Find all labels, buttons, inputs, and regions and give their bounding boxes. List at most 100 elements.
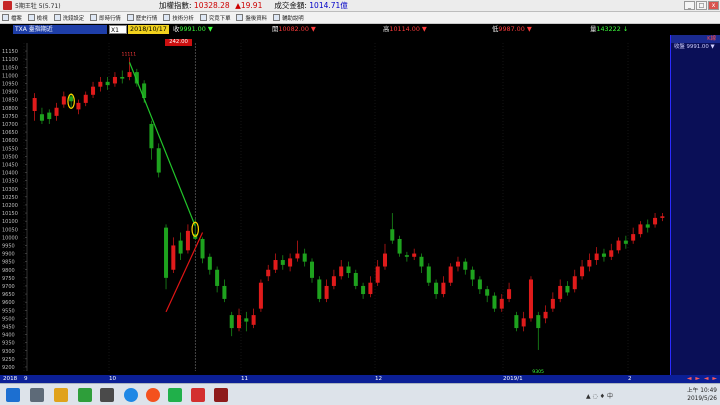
candle-body (339, 266, 344, 277)
y-tick-label: 11150 (2, 49, 18, 55)
maximize-button[interactable]: □ (696, 1, 707, 10)
chart-icon (163, 14, 171, 21)
menu-toolbar: 檔案 檢視 洗錢設定 即時行情 歷史行情 技術分析 究竟下單 盤後資料 輔助說明 (0, 12, 720, 24)
candle-body (222, 285, 227, 299)
y-tick-label: 10250 (2, 195, 18, 201)
candle-body (69, 96, 74, 102)
cursor-date: 2018/10/17 (128, 25, 169, 34)
file-icon (2, 14, 9, 21)
help-icon (273, 14, 281, 21)
taskbar: ▲ ◌ ♦ 中 上午 10:49 2019/5/26 (0, 383, 720, 405)
realtime-icon (90, 14, 98, 21)
menu-view[interactable]: 檢視 (27, 14, 48, 22)
symbol-select[interactable]: TXA 臺指期近 (13, 25, 107, 34)
candle-body (521, 318, 526, 327)
candle-body (120, 76, 125, 79)
candle-body (441, 282, 446, 295)
menu-history[interactable]: 歷史行情 (126, 14, 157, 22)
app-green-icon[interactable] (78, 388, 92, 402)
candle-body (309, 261, 315, 278)
settings-icon (53, 14, 61, 21)
y-tick-label: 9850 (2, 260, 15, 266)
menu-settings[interactable]: 洗錢設定 (53, 14, 85, 22)
low-field: 低9987.00 ▼ (492, 25, 532, 34)
candle-body (98, 81, 103, 87)
candle-body (558, 285, 563, 299)
candle-body (76, 102, 81, 110)
y-tick-label: 11050 (2, 65, 18, 71)
app-dark-icon[interactable] (100, 388, 114, 402)
y-tick-label: 10650 (2, 130, 18, 136)
candle-body (39, 114, 44, 121)
menu-realtime[interactable]: 即時行情 (90, 14, 121, 22)
high-field: 高10114.00 ▼ (383, 25, 427, 34)
candle-body (565, 285, 570, 293)
line-icon[interactable] (168, 388, 182, 402)
chrome-icon[interactable] (146, 388, 160, 402)
menu-view-label: 檢視 (36, 15, 48, 22)
y-tick-label: 10950 (2, 81, 18, 87)
folder-icon[interactable] (54, 388, 68, 402)
window-controls: _ □ x (684, 1, 719, 10)
y-tick-label: 9800 (2, 268, 15, 274)
period-select[interactable]: X1 (109, 25, 127, 34)
y-tick-label: 9350 (2, 341, 15, 347)
candle-body (638, 224, 643, 235)
y-tick-label: 10300 (2, 187, 18, 193)
menu-file[interactable]: 檔案 (2, 14, 22, 22)
menu-help[interactable]: 輔助說明 (273, 14, 304, 22)
candle-body (149, 123, 154, 149)
index-value: 10328.28 (193, 1, 230, 10)
y-tick-label: 9650 (2, 292, 15, 298)
app-red-icon[interactable] (214, 388, 228, 402)
candle-body (185, 230, 190, 251)
menu-realtime-label: 即時行情 (99, 15, 121, 22)
close-button[interactable]: x (708, 1, 719, 10)
turnover-label: 成交金額: (274, 1, 307, 10)
candlestick-chart[interactable]: 11150 11100 11050 11000 10950 10900 10850 10800… (0, 35, 720, 375)
open-value: 10082.00 ▼ (278, 25, 316, 33)
volume-value: 143222 ↓ (596, 25, 629, 33)
menu-technical[interactable]: 技術分析 (163, 14, 194, 22)
candle-body (361, 285, 366, 295)
x-label-feb: 2 (628, 376, 632, 382)
system-tray[interactable]: ▲ ◌ ♦ 中 (586, 391, 613, 400)
candle-body (434, 282, 439, 295)
candle-body (112, 76, 117, 84)
y-tick-label: 9700 (2, 284, 15, 290)
y-tick-label: 11100 (2, 57, 18, 63)
menu-settings-label: 洗錢設定 (62, 15, 85, 22)
volume-field: 量143222 ↓ (590, 25, 628, 34)
menu-order[interactable]: 究竟下單 (199, 14, 230, 22)
x-label-oct: 10 (109, 376, 117, 382)
clock[interactable]: 上午 10:49 2019/5/26 (687, 387, 717, 403)
candle-body (229, 315, 234, 329)
candle-body (404, 255, 409, 257)
app-window: 5期王牡 5(5.71) 加權指數: 10328.28 ▲19.91 成交金額:… (0, 0, 720, 405)
candle-body (623, 240, 628, 244)
y-tick-label: 11000 (2, 73, 18, 79)
chart-canvas[interactable]: 11150 11100 11050 11000 10950 10900 10850 10800… (0, 35, 670, 375)
x-label-dec: 12 (375, 376, 383, 382)
app-title: 5期王牡 5(5.71) (15, 3, 61, 10)
candle-body (631, 234, 636, 241)
stock-app-icon[interactable] (191, 388, 205, 402)
candle-body (463, 261, 468, 270)
menu-afterhours[interactable]: 盤後資料 (236, 14, 267, 22)
candle-body (382, 253, 388, 267)
y-tick-label: 10600 (2, 138, 18, 144)
start-icon[interactable] (6, 388, 20, 402)
index-label: 加權指數: (159, 1, 192, 10)
candle-body (353, 272, 358, 286)
close-value: 9991.00 ▼ (179, 25, 213, 33)
minimize-button[interactable]: _ (684, 1, 695, 10)
candle-body (244, 318, 249, 322)
back-icon[interactable] (30, 388, 44, 402)
candle-body (54, 107, 59, 116)
candle-body (660, 216, 665, 218)
time-axis: 2018 9 10 11 12 2019/1 2 ◄ ► ◄ ► (0, 375, 720, 383)
edge-icon[interactable] (124, 388, 138, 402)
chart-nav-arrows[interactable]: ◄ ► ◄ ► (687, 375, 718, 383)
y-tick-label: 10850 (2, 98, 18, 104)
y-tick-label: 10550 (2, 146, 18, 152)
